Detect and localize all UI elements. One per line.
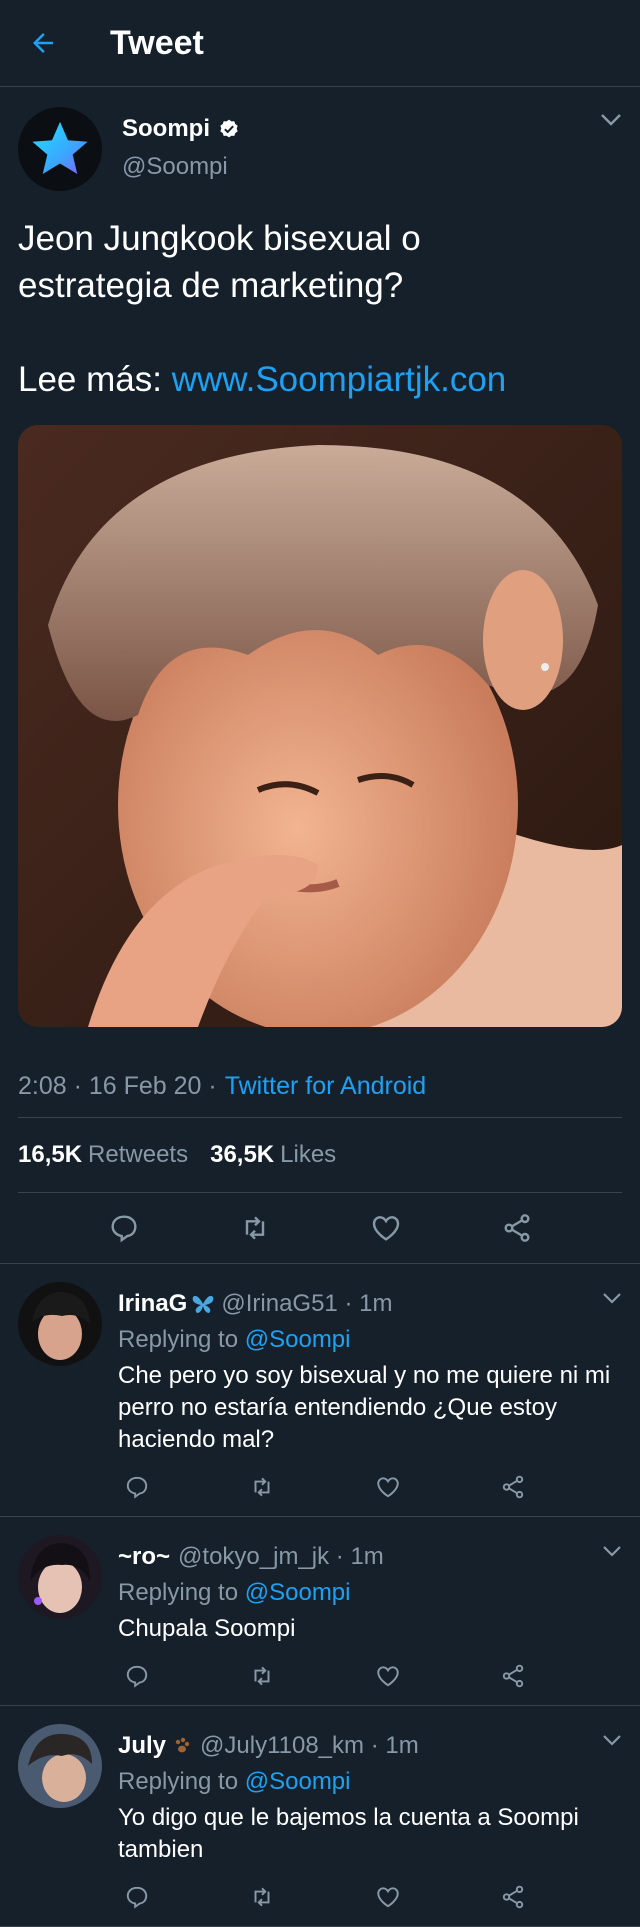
heart-icon[interactable]: [375, 1884, 401, 1910]
replying-label: Replying to: [118, 1579, 239, 1606]
portrait-image: [18, 425, 622, 1027]
retweets-label[interactable]: Retweets: [88, 1141, 188, 1169]
chevron-down-icon[interactable]: [602, 1734, 622, 1746]
replying-to-link[interactable]: @Soompi: [245, 1326, 351, 1353]
read-more-label: Lee más:: [18, 360, 162, 399]
avatar[interactable]: [18, 1282, 102, 1366]
chevron-down-icon[interactable]: [602, 1545, 622, 1557]
reply-item[interactable]: ~ro~ @tokyo_jm_jk · 1m Replying to @Soom…: [0, 1517, 640, 1705]
share-icon[interactable]: [500, 1884, 526, 1910]
reply-author-name[interactable]: July: [118, 1732, 166, 1760]
tweet-author: Soompi @Soompi: [18, 105, 622, 195]
butterfly-icon: [193, 1295, 214, 1313]
avatar[interactable]: [18, 1724, 102, 1808]
heart-icon[interactable]: [375, 1663, 401, 1689]
top-bar: Tweet: [0, 0, 640, 87]
reply-header: ~ro~ @tokyo_jm_jk · 1m: [118, 1543, 622, 1571]
avatar[interactable]: [18, 1535, 102, 1619]
main-tweet: Soompi @Soompi Jeon Jungkook bisexual o …: [0, 87, 640, 1263]
arrow-left-icon: [33, 33, 53, 53]
tweet-photo[interactable]: [18, 425, 622, 1027]
reply-icon[interactable]: [108, 1212, 140, 1244]
read-more-line: Lee más: www.Soompiartjk.con: [18, 356, 618, 403]
tweet-stats: 16,5K Retweets 36,5K Likes: [18, 1118, 622, 1193]
replying-to: Replying to @Soompi: [118, 1326, 622, 1354]
replying-to-link[interactable]: @Soompi: [245, 1768, 351, 1795]
reply-author-name[interactable]: IrinaG: [118, 1290, 187, 1318]
replying-to: Replying to @Soompi: [118, 1579, 622, 1607]
reply-author-name[interactable]: ~ro~: [118, 1543, 170, 1571]
share-icon[interactable]: [501, 1212, 533, 1244]
reply-header: IrinaG @IrinaG51 · 1m: [118, 1290, 622, 1318]
likes-label[interactable]: Likes: [280, 1141, 336, 1169]
retweets-count[interactable]: 16,5K: [18, 1141, 82, 1169]
reply-actions: [124, 1663, 526, 1705]
replying-label: Replying to: [118, 1768, 239, 1795]
reply-icon[interactable]: [124, 1663, 150, 1689]
reply-icon[interactable]: [124, 1884, 150, 1910]
back-button[interactable]: [28, 28, 58, 58]
chevron-down-icon[interactable]: [602, 1292, 622, 1304]
page-title: Tweet: [110, 23, 204, 62]
avatar[interactable]: [18, 107, 102, 191]
reply-handle-time: @IrinaG51 · 1m: [221, 1290, 393, 1317]
reply-text: Che pero yo soy bisexual y no me quiere …: [118, 1362, 611, 1453]
verified-badge-icon: [220, 119, 238, 138]
reply-handle-time: @tokyo_jm_jk · 1m: [178, 1543, 384, 1570]
tweet-text-line: estrategia de marketing?: [18, 266, 404, 305]
chevron-down-icon[interactable]: [600, 113, 622, 127]
paw-prints-icon: [175, 1737, 190, 1753]
author-name-text: Soompi: [122, 115, 210, 142]
author-name[interactable]: Soompi: [122, 115, 240, 143]
share-icon[interactable]: [500, 1663, 526, 1689]
tweet-text-line: Jeon Jungkook bisexual o: [18, 219, 421, 258]
reply-text: Chupala Soompi: [118, 1615, 296, 1642]
share-icon[interactable]: [500, 1474, 526, 1500]
reply-actions: [124, 1474, 526, 1516]
tweet-time: 2:08 · 16 Feb 20 ·: [18, 1071, 217, 1100]
replying-to-link[interactable]: @Soompi: [245, 1579, 351, 1606]
reply-item[interactable]: IrinaG @IrinaG51 · 1m Replying to @Soomp…: [0, 1264, 640, 1516]
retweet-icon[interactable]: [249, 1884, 275, 1910]
star-logo-icon: [32, 121, 88, 175]
tweet-source[interactable]: Twitter for Android: [225, 1072, 426, 1101]
tweet-actions: [18, 1193, 622, 1263]
retweet-icon[interactable]: [249, 1663, 275, 1689]
author-handle: @Soompi: [122, 153, 228, 180]
reply-text: Yo digo que le bajemos la cuenta a Soomp…: [118, 1804, 579, 1863]
reply-item[interactable]: July @July1108_km · 1m Replying to @Soom…: [0, 1706, 640, 1926]
reply-header: July @July1108_km · 1m: [118, 1732, 622, 1760]
heart-icon[interactable]: [370, 1212, 402, 1244]
tweet-meta: 2:08 · 16 Feb 20 · Twitter for Android: [18, 1055, 622, 1118]
retweet-icon[interactable]: [239, 1212, 271, 1244]
heart-icon[interactable]: [375, 1474, 401, 1500]
retweet-icon[interactable]: [249, 1474, 275, 1500]
replying-to: Replying to @Soompi: [118, 1768, 622, 1796]
replying-label: Replying to: [118, 1326, 239, 1353]
tweet-link[interactable]: www.Soompiartjk.con: [172, 360, 507, 399]
tweet-text: Jeon Jungkook bisexual o estrategia de m…: [18, 215, 618, 403]
likes-count[interactable]: 36,5K: [210, 1141, 274, 1169]
reply-icon[interactable]: [124, 1474, 150, 1500]
reply-handle-time: @July1108_km · 1m: [200, 1732, 419, 1759]
